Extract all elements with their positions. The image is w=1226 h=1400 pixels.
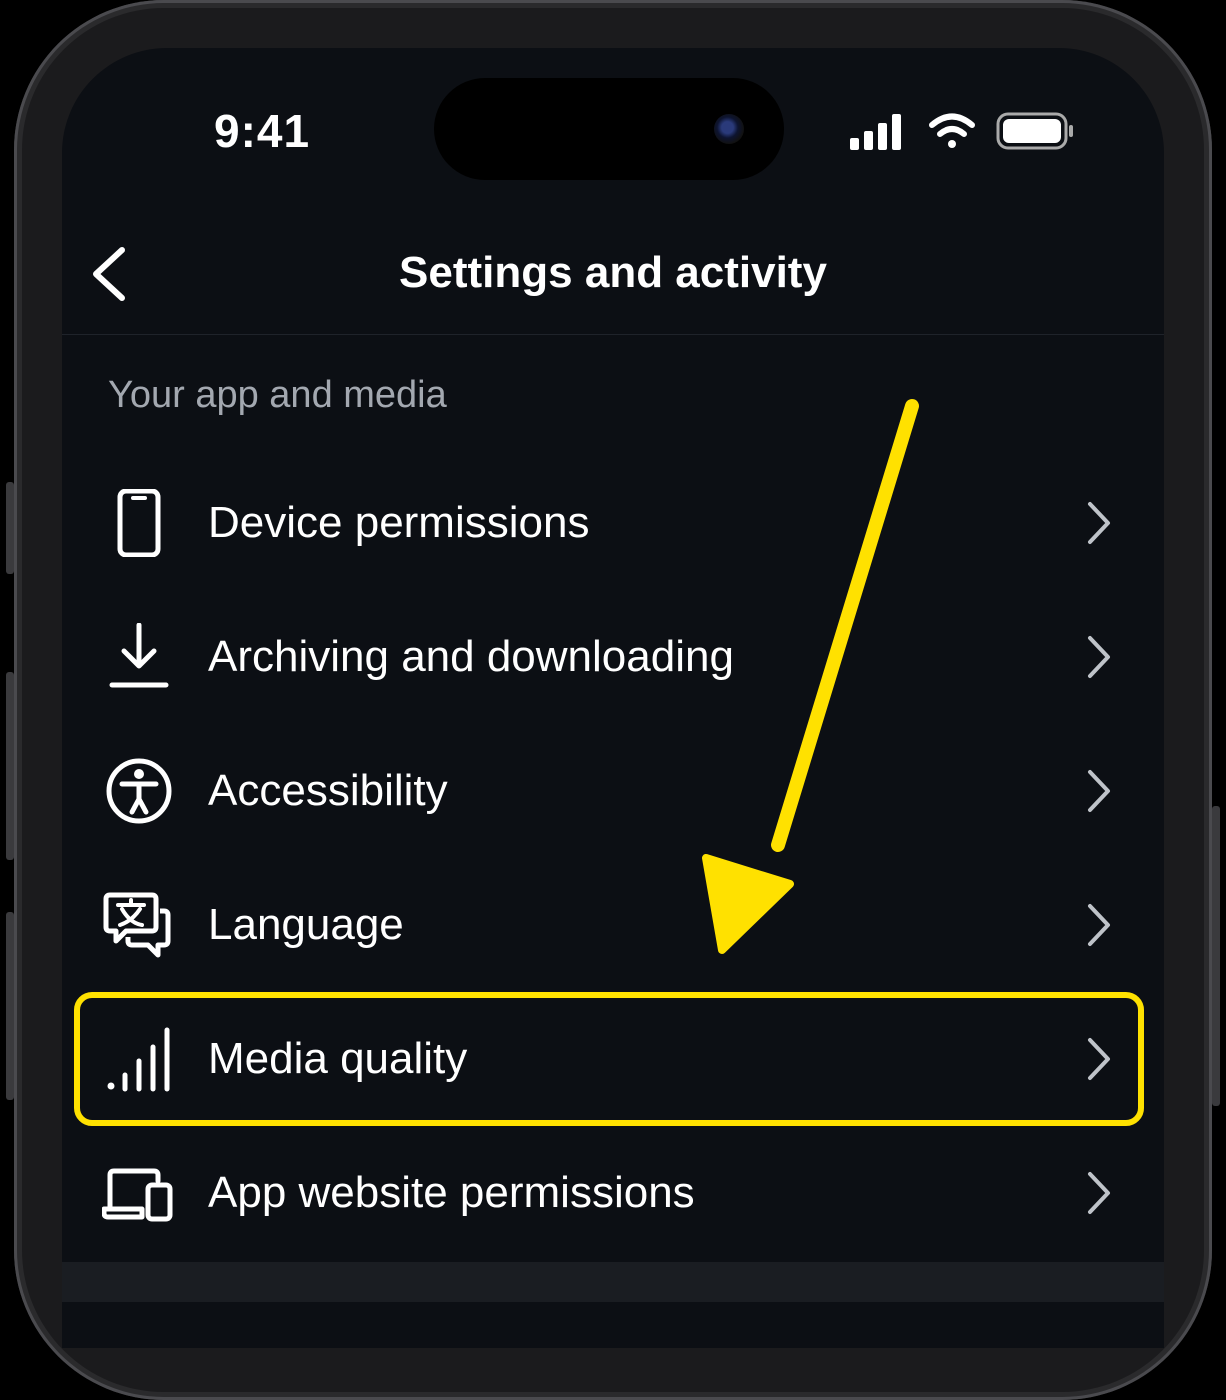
list-item-device-permissions[interactable]: Device permissions <box>62 456 1164 590</box>
chevron-right-icon <box>1088 1172 1110 1214</box>
translate-icon <box>103 892 171 958</box>
list-item-label: Accessibility <box>208 766 448 815</box>
list-item-label: Media quality <box>208 1034 468 1083</box>
list-item-label: App website permissions <box>208 1168 695 1217</box>
section-header: Your app and media <box>108 374 447 416</box>
laptop-phone-icon <box>102 1168 173 1222</box>
list-item-label: Language <box>208 900 404 949</box>
chevron-right-icon <box>1088 502 1110 544</box>
status-icons <box>850 112 1073 150</box>
power-button <box>1212 806 1220 1106</box>
chevron-right-icon <box>1088 636 1110 678</box>
download-icon <box>109 623 169 688</box>
list-item-accessibility[interactable]: Accessibility <box>62 724 1164 858</box>
section-divider <box>62 1262 1164 1302</box>
list-item-archiving-and-downloading[interactable]: Archiving and downloading <box>62 590 1164 724</box>
volume-down-button <box>6 912 14 1100</box>
front-camera <box>714 114 744 144</box>
list-item-label: Archiving and downloading <box>208 632 734 681</box>
list-item-label: Device permissions <box>208 498 590 547</box>
chevron-right-icon <box>1088 904 1110 946</box>
app-screen: 9:41 Settings and activity Your app and <box>62 48 1164 1348</box>
accessibility-icon <box>106 758 172 824</box>
chevron-right-icon <box>1088 770 1110 812</box>
signal-bars-icon <box>107 1027 170 1092</box>
action-button <box>6 482 14 574</box>
cellular-signal-icon <box>850 114 901 150</box>
phone-device-icon <box>117 489 161 557</box>
navigation-bar: Settings and activity <box>62 218 1164 335</box>
wifi-icon <box>929 113 975 148</box>
list-item-language[interactable]: Language <box>62 858 1164 992</box>
list-item-app-website-permissions[interactable]: App website permissions <box>62 1126 1164 1260</box>
list-item-media-quality[interactable]: Media quality <box>62 992 1164 1126</box>
chevron-right-icon <box>1088 1038 1110 1080</box>
status-time: 9:41 <box>214 105 311 157</box>
battery-icon <box>996 112 1073 150</box>
page-title: Settings and activity <box>399 248 827 297</box>
volume-up-button <box>6 672 14 860</box>
